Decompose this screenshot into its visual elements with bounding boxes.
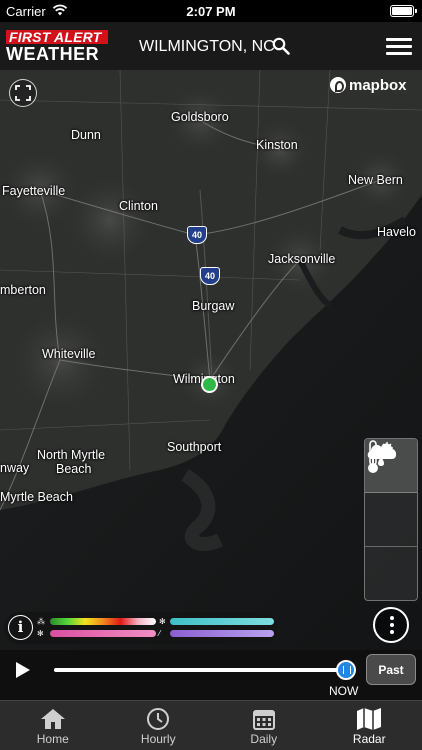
now-label: NOW [329, 684, 359, 698]
interstate-shield: 40 [200, 267, 220, 285]
city-label: mberton [0, 283, 46, 297]
battery-icon [390, 5, 417, 17]
city-label: Beach [56, 462, 92, 476]
clock: 2:07 PM [186, 4, 236, 19]
city-label: Burgaw [192, 299, 235, 313]
mix-legend-bar [50, 630, 156, 637]
tab-label: Radar [352, 732, 386, 746]
snow-legend-icon: ✻ [159, 617, 166, 626]
city-label: New Bern [348, 173, 403, 187]
layer-selector [364, 438, 418, 601]
hamburger-menu-icon[interactable] [386, 38, 412, 56]
play-icon[interactable] [16, 662, 30, 678]
city-label: Clinton [119, 199, 158, 213]
status-bar: Carrier 2:07 PM [0, 0, 422, 22]
mapbox-attribution[interactable]: mapbox [330, 77, 407, 94]
rain-legend-bar [50, 618, 156, 625]
tab-daily[interactable]: Daily [211, 701, 317, 750]
timeline-slider[interactable] [54, 668, 346, 672]
layer-temperature-button[interactable] [365, 440, 417, 547]
tab-label: Hourly [140, 732, 176, 746]
city-label: Whiteville [42, 347, 96, 361]
city-label: Havelo [377, 225, 416, 239]
rain-legend-icon: ⁂ [37, 617, 45, 626]
tab-radar[interactable]: Radar [317, 701, 422, 750]
tab-hourly[interactable]: Hourly [106, 701, 212, 750]
city-label: Fayetteville [2, 184, 66, 198]
expand-icon [15, 85, 31, 101]
radar-map[interactable]: mapbox Goldsboro Dunn Kinston New Bern F… [0, 70, 422, 650]
city-label: Dunn [71, 128, 101, 142]
app-header: FIRST ALERT WEATHER WILMINGTON, NC [0, 22, 422, 70]
city-label: Myrtle Beach [0, 490, 73, 504]
logo-weather: WEATHER [6, 44, 100, 64]
tab-label: Daily [250, 732, 278, 746]
location-pin[interactable] [201, 376, 218, 393]
interstate-shield: 40 [187, 226, 207, 244]
ice-legend-bar [170, 630, 274, 637]
mapbox-logo-icon [330, 77, 346, 93]
app-logo[interactable]: FIRST ALERT WEATHER [6, 30, 108, 64]
location-label[interactable]: WILMINGTON, NC [139, 38, 275, 56]
ice-legend-icon: ⁄ [159, 629, 161, 638]
mix-legend-icon: ✻ [37, 629, 44, 638]
tab-label: Home [36, 732, 69, 746]
past-button[interactable]: Past [366, 654, 416, 685]
radar-legend: i ⁂ ✻ ✻ ⁄ [4, 612, 278, 644]
search-icon[interactable] [272, 37, 290, 55]
layer-clouds-button[interactable] [365, 443, 417, 600]
tab-bar: Home Hourly Daily Radar [0, 700, 422, 750]
more-options-button[interactable] [373, 607, 409, 643]
city-label: North Myrtle [37, 448, 106, 462]
city-label: Goldsboro [171, 110, 229, 124]
logo-first-alert: FIRST ALERT [6, 30, 108, 44]
map-icon [357, 708, 382, 730]
calendar-icon [252, 710, 275, 730]
expand-map-button[interactable] [9, 79, 37, 107]
city-label: Kinston [256, 138, 298, 152]
city-label: Jacksonville [268, 252, 336, 266]
clock-history-icon [147, 708, 170, 730]
home-icon [40, 709, 65, 729]
timeline-thumb[interactable] [336, 660, 356, 680]
snow-legend-bar [170, 618, 274, 625]
timeline-progress [54, 668, 341, 672]
cloud-icon [367, 443, 397, 459]
radar-timeline: NOW Past [0, 650, 422, 700]
tab-home[interactable]: Home [0, 701, 106, 750]
city-label: nway [0, 461, 30, 475]
info-icon[interactable]: i [8, 615, 33, 640]
city-label: Southport [167, 440, 222, 454]
